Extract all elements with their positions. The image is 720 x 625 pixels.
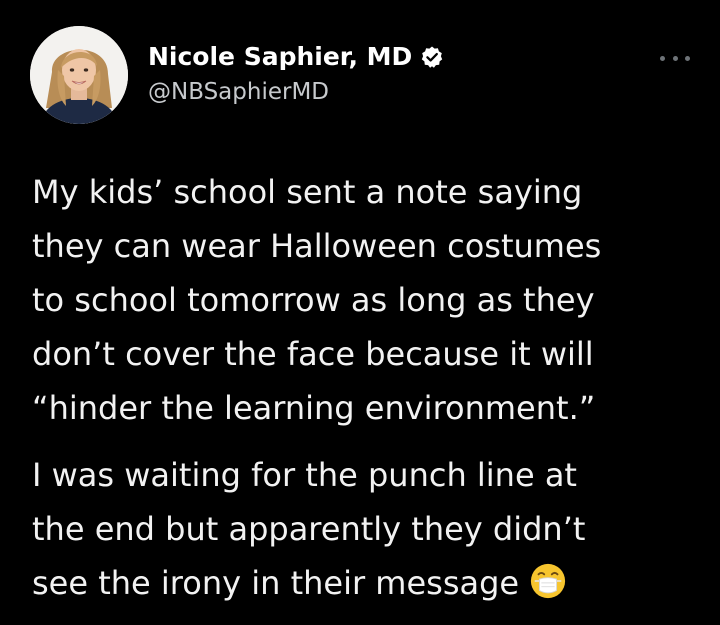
user-handle[interactable]: @NBSaphierMD xyxy=(148,79,329,105)
tweet-text-line: the end but apparently they didn’t xyxy=(32,510,586,548)
tweet-card: Nicole Saphier, MD @NBSaphierMD My kids’… xyxy=(0,0,720,625)
display-name-text[interactable]: Nicole Saphier, MD xyxy=(148,42,412,71)
tweet-text-line: don’t cover the face because it will xyxy=(32,335,594,373)
tweet-text-line: I was waiting for the punch line at xyxy=(32,456,577,494)
tweet-text-line-content: see the irony in their message xyxy=(32,564,520,602)
tweet-text-paragraph-1: My kids’ school sent a note saying they … xyxy=(32,165,702,435)
verified-badge-icon xyxy=(422,46,443,68)
more-options-icon[interactable] xyxy=(660,50,690,66)
display-name[interactable]: Nicole Saphier, MD xyxy=(148,42,444,71)
tweet-text-line: “hinder the learning environment.” xyxy=(32,389,596,427)
tweet-text-paragraph-2: I was waiting for the punch line at the … xyxy=(32,448,702,610)
profile-photo xyxy=(30,26,128,124)
more-dot xyxy=(672,55,678,61)
tweet-text-line: to school tomorrow as long as they xyxy=(32,281,595,319)
face-with-medical-mask-emoji xyxy=(531,563,566,599)
more-dot xyxy=(660,55,665,61)
more-dot xyxy=(685,55,690,61)
tweet-text-line-last: see the irony in their message xyxy=(32,556,702,610)
tweet-text-line: they can wear Halloween costumes xyxy=(32,227,602,265)
avatar[interactable] xyxy=(30,26,128,124)
tweet-text-line: My kids’ school sent a note saying xyxy=(32,173,583,211)
